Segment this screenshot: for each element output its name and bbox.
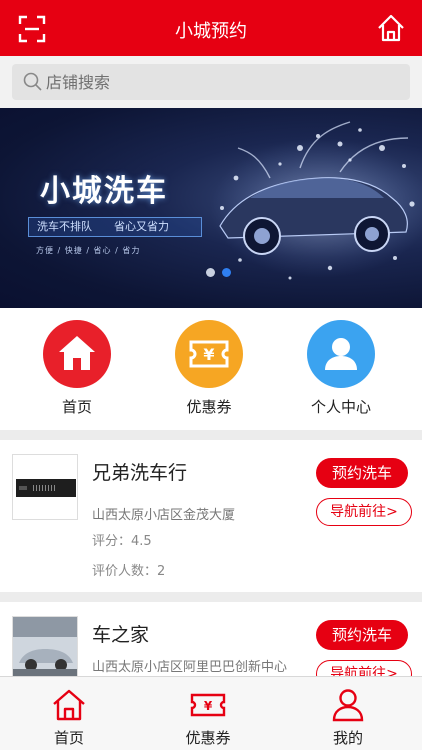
book-wash-button[interactable]: 预约洗车 <box>316 620 408 650</box>
person-icon <box>307 320 375 388</box>
page-title: 小城预约 <box>175 21 247 42</box>
search-icon <box>23 72 42 91</box>
home-icon[interactable] <box>376 13 406 43</box>
shop-rating: 评分：4.5 <box>92 534 152 549</box>
tab-coupon-label: 优惠券 <box>185 729 231 747</box>
quick-nav-profile-label: 个人中心 <box>310 398 371 416</box>
promo-banner[interactable]: 小城洗车 洗车不排队 省心又省力 方便 / 快捷 / 省心 / 省力 <box>0 108 422 308</box>
home-icon <box>43 320 111 388</box>
quick-nav-profile[interactable]: 个人中心 <box>291 320 391 417</box>
search-area <box>0 56 422 108</box>
banner-tag-1: 洗车不排队 <box>37 220 92 233</box>
quick-nav-coupon-label: 优惠券 <box>186 398 232 416</box>
tab-mine[interactable]: 我的 <box>298 687 398 748</box>
shop-card[interactable]: 兄弟洗车行 山西太原小店区金茂大厦 评分：4.5 评价人数：2 预约洗车 导航前… <box>0 440 422 592</box>
shop-review-count: 评价人数：2 <box>92 564 166 579</box>
tab-mine-label: 我的 <box>332 729 363 747</box>
coupon-icon: ¥ <box>175 320 243 388</box>
banner-tags: 洗车不排队 省心又省力 <box>28 217 202 237</box>
quick-nav: 首页 ¥ 优惠券 个人中心 <box>0 308 422 430</box>
svg-text:¥: ¥ <box>204 699 213 713</box>
tab-home-label: 首页 <box>53 729 84 747</box>
coupon-icon: ¥ <box>190 693 226 717</box>
banner-tag-2: 省心又省力 <box>114 220 169 233</box>
shop-thumbnail <box>12 616 78 676</box>
banner-dot-1[interactable] <box>206 268 215 277</box>
shop-name: 车之家 <box>92 624 150 646</box>
book-wash-button[interactable]: 预约洗车 <box>316 458 408 488</box>
tab-home[interactable]: 首页 <box>19 687 119 748</box>
navigate-button[interactable]: 导航前往> <box>316 498 412 526</box>
banner-subtags: 方便 / 快捷 / 省心 / 省力 <box>36 246 141 255</box>
quick-nav-home[interactable]: 首页 <box>27 320 127 417</box>
quick-nav-home-label: 首页 <box>61 398 92 416</box>
quick-nav-coupon[interactable]: ¥ 优惠券 <box>159 320 259 417</box>
tab-bar: 首页 ¥ 优惠券 我的 <box>0 676 422 750</box>
svg-text:¥: ¥ <box>203 345 214 364</box>
shop-thumbnail <box>12 454 78 520</box>
banner-title: 小城洗车 <box>40 174 168 209</box>
person-icon <box>332 689 364 722</box>
shop-card[interactable]: 车之家 山西太原小店区阿里巴巴创新中心 预约洗车 导航前往> <box>0 602 422 676</box>
shop-name: 兄弟洗车行 <box>92 462 188 484</box>
top-bar: 小城预约 <box>0 0 422 56</box>
search-box[interactable] <box>12 64 410 100</box>
search-input[interactable] <box>46 70 376 94</box>
navigate-button[interactable]: 导航前往> <box>316 660 412 676</box>
shop-address: 山西太原小店区阿里巴巴创新中心 <box>92 660 288 675</box>
tab-coupon[interactable]: ¥ 优惠券 <box>158 687 258 748</box>
banner-dot-2[interactable] <box>222 268 231 277</box>
home-icon <box>53 689 85 721</box>
shop-address: 山西太原小店区金茂大厦 <box>92 508 236 523</box>
